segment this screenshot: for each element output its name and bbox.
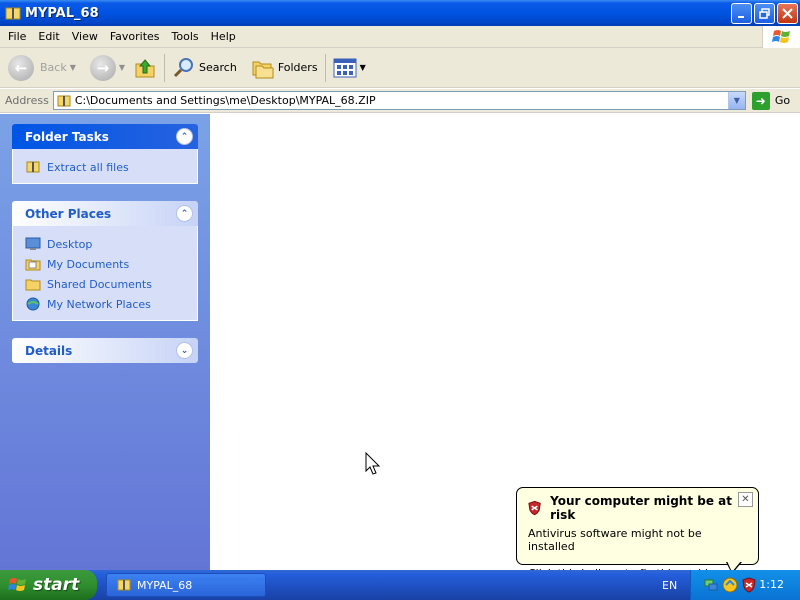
search-icon: [173, 57, 194, 77]
forward-button[interactable]: → ▼: [86, 51, 129, 85]
windows-flag-icon: [771, 30, 790, 43]
address-label: Address: [5, 94, 49, 107]
task-label: Extract all files: [47, 160, 129, 174]
windows-flag-icon: [8, 578, 26, 591]
task-pane: Folder Tasks ⌃ Extract all files Other P…: [0, 114, 210, 570]
details-panel: Details ⌄: [12, 338, 198, 363]
collapse-chevron-up-icon[interactable]: ⌃: [176, 128, 193, 145]
menu-help[interactable]: Help: [205, 30, 242, 43]
taskbar-window-label: MYPAL_68: [137, 578, 193, 592]
forward-dropdown-icon[interactable]: ▼: [119, 63, 125, 72]
back-button[interactable]: ← Back ▼: [4, 51, 80, 85]
menu-favorites[interactable]: Favorites: [104, 30, 166, 43]
details-header[interactable]: Details ⌄: [12, 338, 198, 363]
window-title: MYPAL_68: [25, 5, 99, 21]
restore-icon: [759, 8, 770, 19]
search-button[interactable]: Search: [168, 51, 241, 85]
go-button[interactable]: ➜ Go: [751, 91, 791, 110]
menu-view[interactable]: View: [66, 30, 104, 43]
other-places-body: Desktop My Documents Shared Documents My…: [12, 226, 198, 321]
folder-icon: [25, 276, 41, 292]
go-label: Go: [774, 94, 791, 107]
views-button[interactable]: ▼: [329, 51, 370, 85]
folder-tasks-body: Extract all files: [12, 149, 198, 184]
toolbar: ← Back ▼ → ▼ Search Folders ▼: [0, 48, 800, 88]
other-places-title: Other Places: [25, 206, 112, 221]
up-folder-icon: [135, 58, 155, 77]
collapse-chevron-up-icon[interactable]: ⌃: [176, 205, 193, 222]
menu-bar: File Edit View Favorites Tools Help: [0, 26, 800, 48]
other-places-panel: Other Places ⌃ Desktop My Documents Shar…: [12, 201, 198, 321]
start-button[interactable]: start: [0, 570, 97, 600]
close-icon: ✕: [741, 494, 750, 505]
system-tray: 1:12: [690, 570, 800, 600]
balloon-title: Your computer might be at risk: [550, 494, 732, 522]
title-bar[interactable]: MYPAL_68: [0, 0, 800, 26]
folder-tasks-title: Folder Tasks: [25, 129, 109, 144]
zip-folder-icon: [57, 95, 71, 106]
toolbar-separator: [324, 53, 326, 82]
folders-button[interactable]: Folders: [247, 51, 322, 85]
go-arrow-icon: ➜: [751, 91, 770, 110]
place-my-network-places[interactable]: My Network Places: [25, 294, 187, 314]
security-shield-tray-icon[interactable]: [741, 577, 757, 593]
place-label: My Network Places: [47, 297, 151, 311]
up-folder-button[interactable]: [129, 51, 161, 85]
toolbar-separator: [164, 53, 166, 82]
zip-folder-icon: [5, 7, 21, 20]
place-my-documents[interactable]: My Documents: [25, 254, 187, 274]
folder-tasks-header[interactable]: Folder Tasks ⌃: [12, 124, 198, 149]
back-dropdown-icon[interactable]: ▼: [70, 63, 76, 72]
language-indicator[interactable]: EN: [662, 579, 677, 592]
place-label: My Documents: [47, 257, 130, 271]
mouse-cursor-icon: [365, 452, 381, 475]
windows-logo: [762, 26, 800, 48]
windows-update-tray-icon[interactable]: [722, 577, 738, 593]
folders-icon: [252, 61, 274, 78]
minimize-button[interactable]: [731, 3, 752, 24]
details-title: Details: [25, 343, 73, 358]
place-desktop[interactable]: Desktop: [25, 234, 187, 254]
security-shield-icon: [528, 500, 541, 516]
close-button[interactable]: [777, 3, 798, 24]
extract-icon: [25, 159, 41, 175]
address-field[interactable]: C:\Documents and Settings\me\Desktop\MYP…: [52, 91, 746, 110]
other-places-header[interactable]: Other Places ⌃: [12, 201, 198, 226]
desktop-icon: [25, 236, 41, 252]
place-label: Shared Documents: [47, 277, 152, 291]
back-arrow-icon: ←: [8, 54, 34, 81]
task-extract-all-files[interactable]: Extract all files: [25, 157, 187, 177]
address-path: C:\Documents and Settings\me\Desktop\MYP…: [74, 94, 376, 107]
minimize-icon: [737, 15, 744, 18]
security-alert-balloon[interactable]: Your computer might be at risk ✕ Antivir…: [516, 487, 759, 580]
menu-file[interactable]: File: [0, 30, 32, 43]
documents-folder-icon: [25, 256, 41, 272]
address-bar: Address C:\Documents and Settings\me\Des…: [0, 89, 800, 113]
views-dropdown-icon[interactable]: ▼: [360, 63, 366, 72]
zip-folder-icon: [117, 579, 131, 591]
search-label: Search: [199, 61, 237, 74]
folders-label: Folders: [277, 61, 318, 74]
back-label: Back: [40, 61, 67, 74]
forward-arrow-icon: →: [89, 54, 116, 81]
start-label: start: [33, 575, 80, 595]
balloon-close-button[interactable]: ✕: [738, 492, 753, 507]
network-tray-icon[interactable]: [703, 577, 719, 593]
close-icon: [782, 8, 793, 19]
menu-tools[interactable]: Tools: [166, 30, 205, 43]
taskbar: start MYPAL_68 EN 1:12: [0, 570, 800, 600]
folder-tasks-panel: Folder Tasks ⌃ Extract all files: [12, 124, 198, 184]
taskbar-window-button[interactable]: MYPAL_68: [106, 573, 266, 597]
network-icon: [25, 296, 41, 312]
views-icon: [333, 58, 357, 77]
restore-button[interactable]: [754, 3, 775, 24]
clock[interactable]: 1:12: [759, 578, 784, 591]
expand-chevron-down-icon[interactable]: ⌄: [176, 342, 193, 359]
place-shared-documents[interactable]: Shared Documents: [25, 274, 187, 294]
menu-edit[interactable]: Edit: [32, 30, 65, 43]
address-dropdown-icon[interactable]: ▼: [727, 92, 745, 109]
place-label: Desktop: [47, 237, 93, 251]
balloon-message: Antivirus software might not be installe…: [528, 527, 702, 553]
